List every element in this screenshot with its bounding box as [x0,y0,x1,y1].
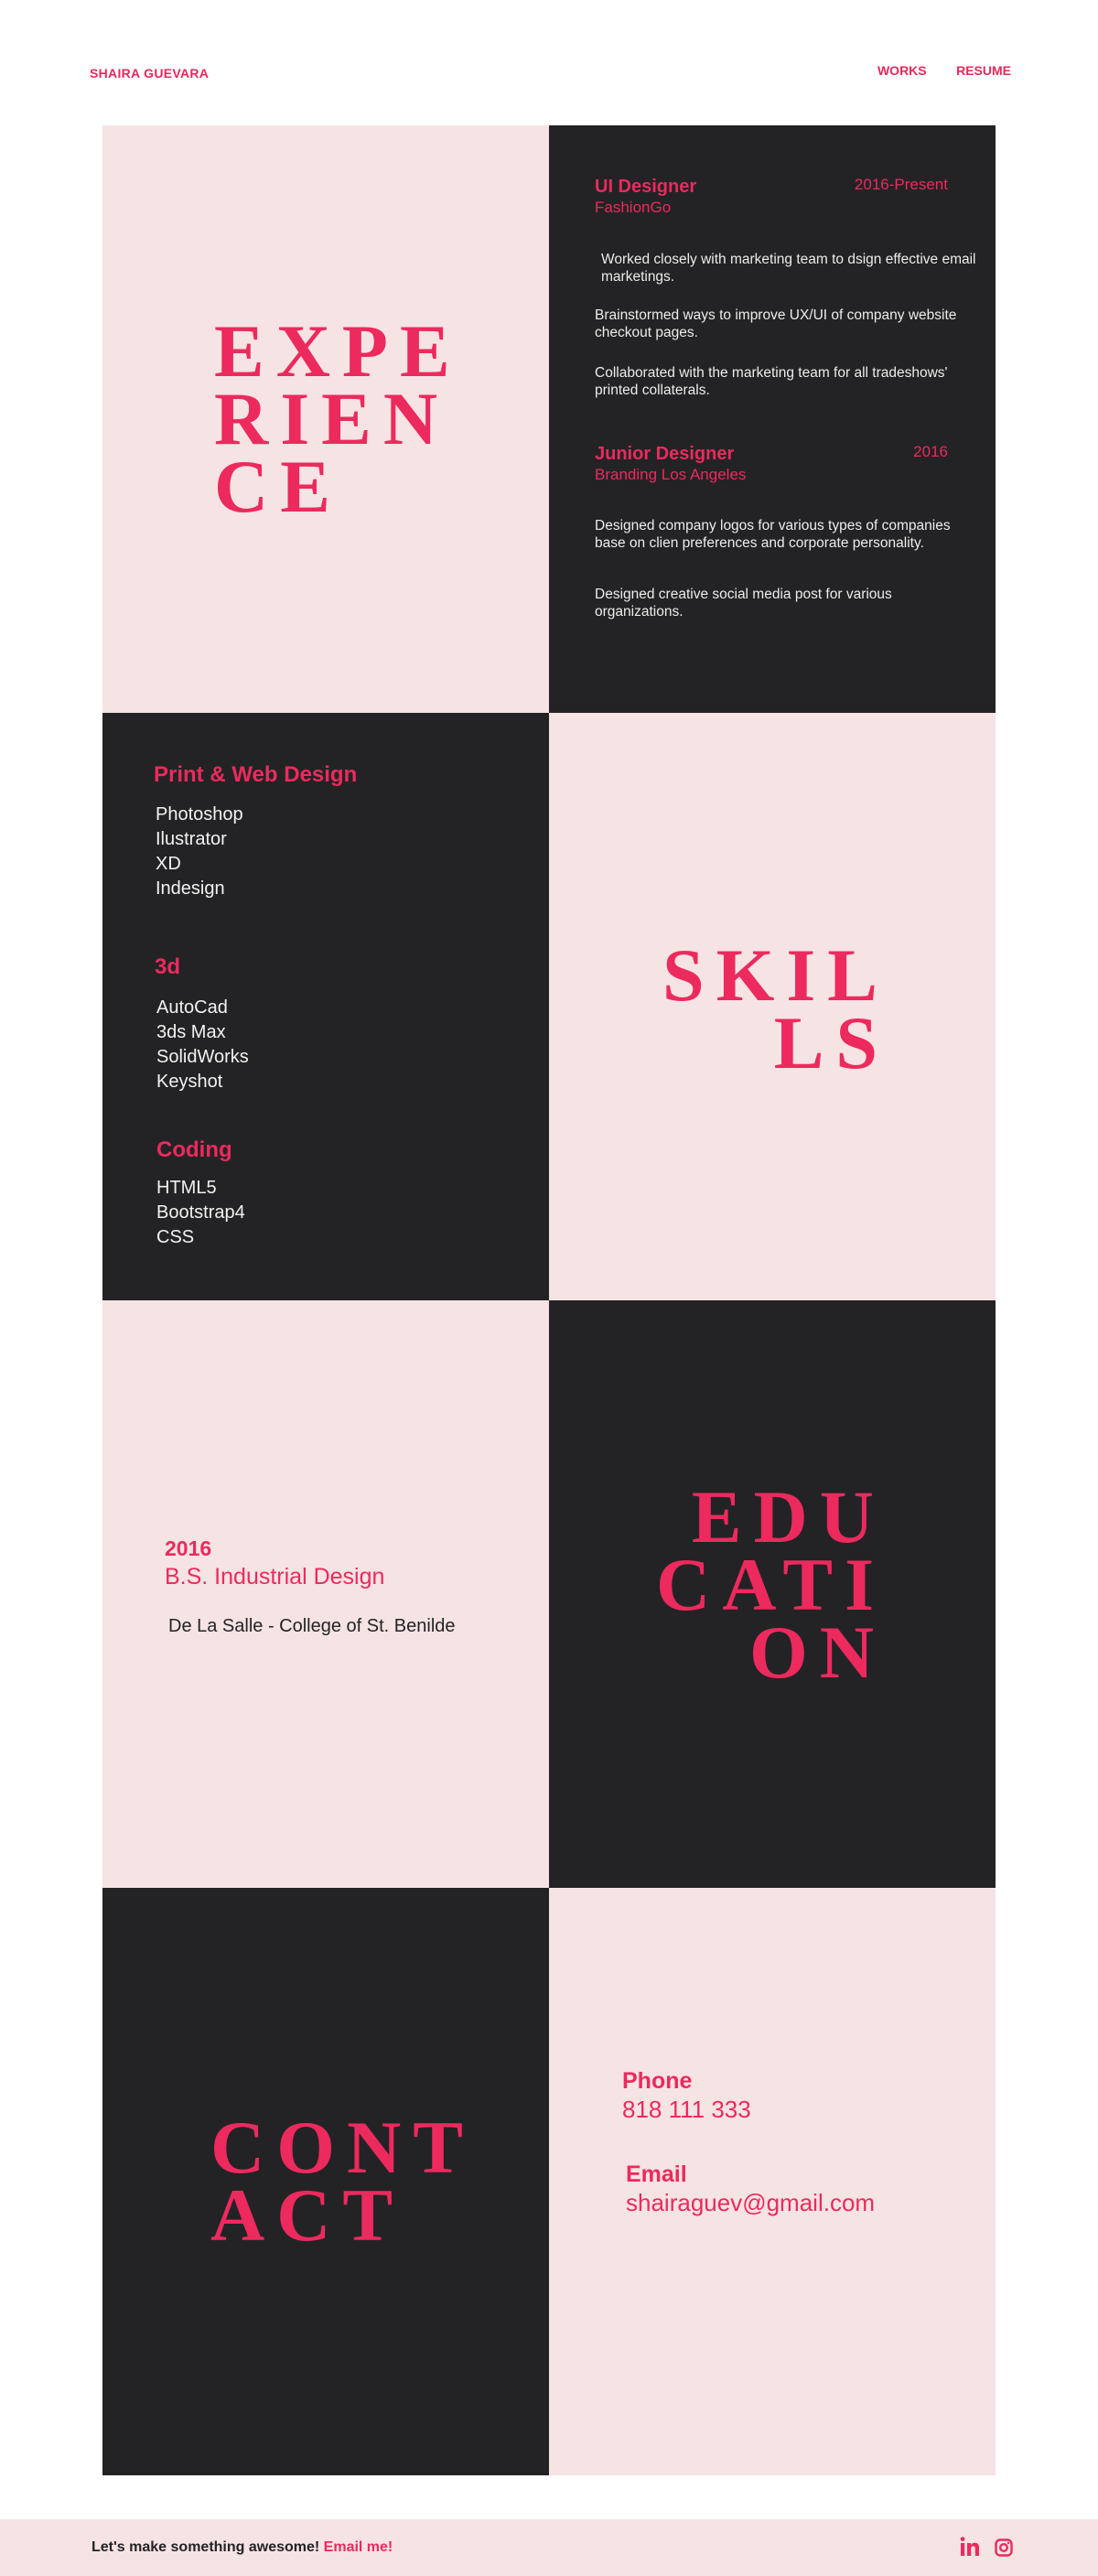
job-date: 2016 [913,443,948,460]
site-logo[interactable]: SHAIRA GUEVARA [90,66,209,81]
experience-heading: EXPE RIEN CE [214,309,462,528]
job-description: Collaborated with the marketing team for… [595,365,948,398]
job-description: Designed company logos for various types… [595,518,951,551]
job-company: FashionGo [595,199,672,216]
skill-group-title: Print & Web Design [154,762,358,787]
education-title-panel: EDU CATI ON [549,1300,996,1888]
phone-label: Phone [622,2068,693,2094]
education-year: 2016 [165,1536,212,1560]
skill-item: CSS [156,1227,195,1247]
main-nav: WORKS RESUME [852,63,1011,80]
skill-list: Photoshop Ilustrator XD Indesign [156,803,243,901]
job-title: Junior Designer [595,444,735,464]
heading-line: EDU [691,1475,886,1558]
experience-content-panel: UI Designer FashionGo 2016-Present Worke… [549,125,996,713]
phone-value[interactable]: 818 111 333 [622,2096,751,2124]
skill-item: Ilustrator [156,829,227,849]
skill-item: SolidWorks [156,1047,249,1067]
skill-list: HTML5 Bootstrap4 CSS [156,1176,245,1250]
heading-line: EXPE [214,309,462,393]
job-date: 2016-Present [854,176,948,193]
job-description: Brainstormed ways to improve UX/UI of co… [595,307,957,340]
heading-line: ON [749,1611,886,1694]
skill-item: HTML5 [156,1178,217,1198]
job-title: UI Designer [595,177,697,197]
education-heading: EDU CATI ON [656,1475,886,1694]
footer-text: Let's make something awesome! [92,2539,320,2555]
footer-message: Let's make something awesome! Email me! [92,2539,393,2556]
heading-line: CE [214,445,342,528]
job-company: Branding Los Angeles [595,466,747,483]
nav-works-link[interactable]: WORKS [877,63,927,78]
experience-title-panel: EXPE RIEN CE [102,125,549,713]
contact-title-panel: CONT ACT [102,1888,549,2475]
contact-heading: CONT ACT [210,2106,475,2257]
skill-item: Photoshop [156,804,243,825]
job-description: Designed creative social media post for … [595,587,892,620]
skill-item: Keyshot [156,1072,223,1092]
instagram-icon[interactable] [995,2538,1013,2561]
skills-title-panel: SKIL LS [549,713,996,1300]
linkedin-icon[interactable] [959,2536,981,2562]
education-content-panel: 2016 B.S. Industrial Design De La Salle … [102,1300,549,1888]
skill-item: Indesign [156,878,225,899]
nav-resume-link[interactable]: RESUME [956,63,1011,78]
site-header: SHAIRA GUEVARA WORKS RESUME [0,0,1098,128]
site-footer: Let's make something awesome! Email me! [0,2519,1098,2576]
email-value[interactable]: shairaguev@gmail.com [626,2189,875,2217]
skill-item: Bootstrap4 [156,1202,245,1223]
email-me-link[interactable]: Email me! [324,2539,393,2555]
email-label: Email [626,2161,687,2187]
skill-item: AutoCad [156,997,228,1018]
skills-heading: SKIL LS [662,933,889,1084]
skill-item: 3ds Max [156,1022,226,1042]
skill-item: XD [156,854,181,874]
heading-line: RIEN [214,377,450,460]
contact-content-panel: Phone 818 111 333 Email shairaguev@gmail… [549,1888,996,2475]
skill-group-title: Coding [156,1137,232,1162]
heading-line: CATI [656,1543,886,1626]
heading-line: CONT [210,2106,475,2189]
education-school: De La Salle - College of St. Benilde [168,1616,456,1636]
skills-content-panel: Print & Web Design Photoshop Ilustrator … [102,713,549,1300]
heading-line: LS [773,1001,889,1084]
heading-line: ACT [210,2173,405,2257]
job-description: Worked closely with marketing team to ds… [601,252,976,285]
skill-list: AutoCad 3ds Max SolidWorks Keyshot [156,996,249,1094]
skill-group-title: 3d [155,954,181,979]
education-degree: B.S. Industrial Design [165,1564,385,1590]
heading-line: SKIL [662,933,889,1017]
